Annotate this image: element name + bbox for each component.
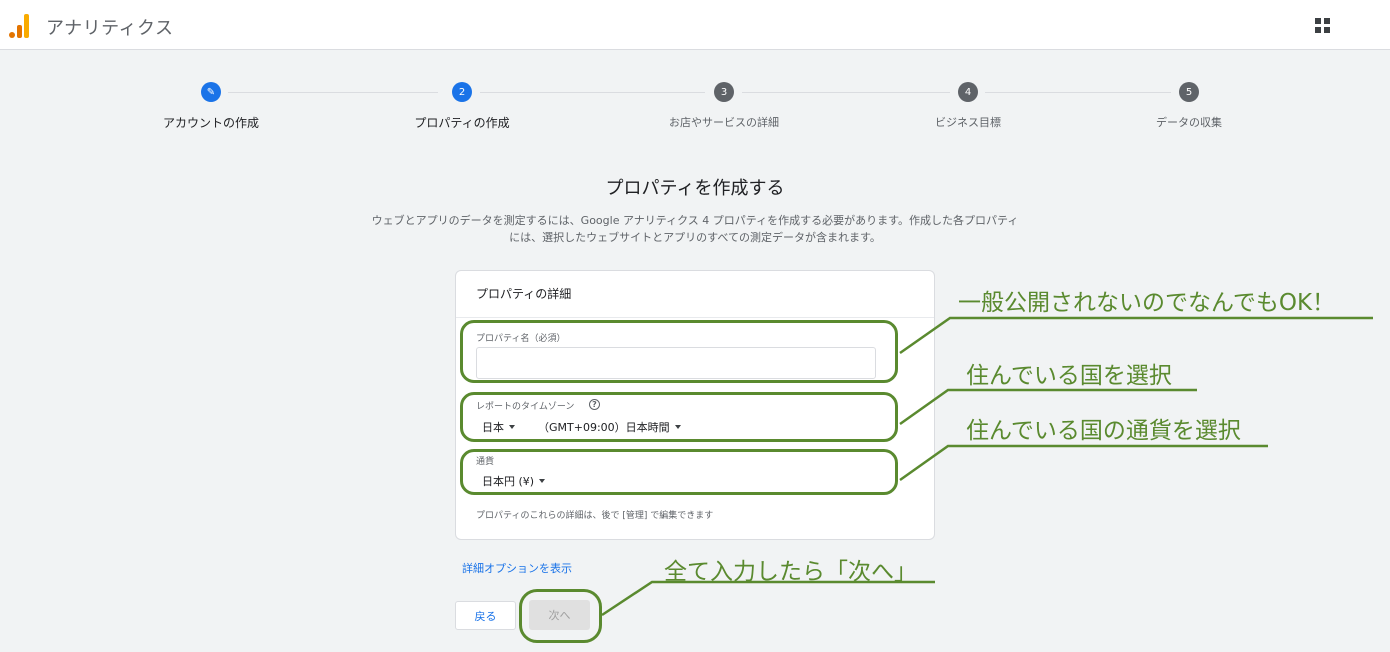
step-3: 3 お店やサービスの詳細 <box>654 82 794 130</box>
step-4: 4 ビジネス目標 <box>918 82 1018 130</box>
top-bar: アナリティクス <box>0 0 1390 50</box>
step-1: ✎ アカウントの作成 <box>161 82 261 131</box>
currency-highlight <box>460 449 898 495</box>
property-name-highlight <box>460 320 898 383</box>
apps-grid-icon[interactable] <box>1315 18 1330 33</box>
page-title: プロパティを作成する <box>605 178 785 199</box>
step-number: 3 <box>714 82 734 102</box>
timezone-highlight <box>460 392 898 442</box>
step-label: ビジネス目標 <box>935 116 1001 129</box>
step-label: お店やサービスの詳細 <box>669 116 779 129</box>
step-label: プロパティの作成 <box>414 116 510 130</box>
back-button[interactable]: 戻る <box>455 601 516 630</box>
step-2: 2 プロパティの作成 <box>402 82 522 131</box>
annotation-property-name: 一般公開されないのでなんでもOK！ <box>958 290 1336 316</box>
page-description: ウェブとアプリのデータを測定するには、Google アナリティクス 4 プロパテ… <box>371 214 1019 244</box>
pencil-icon: ✎ <box>201 82 221 102</box>
step-number: 2 <box>452 82 472 102</box>
step-label: アカウントの作成 <box>162 116 259 130</box>
divider <box>456 317 934 318</box>
step-5: 5 データの収集 <box>1139 82 1239 130</box>
card-title: プロパティの詳細 <box>476 287 572 301</box>
step-number: 4 <box>958 82 978 102</box>
analytics-logo-icon[interactable] <box>9 12 31 38</box>
annotation-currency: 住んでいる国の通貨を選択 <box>966 418 1241 444</box>
setup-stepper: ✎ アカウントの作成 2 プロパティの作成 3 お店やサービスの詳細 4 ビジネ… <box>0 82 1390 132</box>
next-button-highlight <box>519 589 602 643</box>
step-label: データの収集 <box>1156 116 1222 129</box>
card-note: プロパティのこれらの詳細は、後で [管理] で編集できます <box>476 511 714 521</box>
annotation-timezone: 住んでいる国を選択 <box>966 363 1172 389</box>
annotation-next: 全て入力したら「次へ」 <box>664 559 917 585</box>
advanced-options-link[interactable]: 詳細オプションを表示 <box>462 560 572 576</box>
step-number: 5 <box>1179 82 1199 102</box>
app-title: アナリティクス <box>46 18 174 39</box>
